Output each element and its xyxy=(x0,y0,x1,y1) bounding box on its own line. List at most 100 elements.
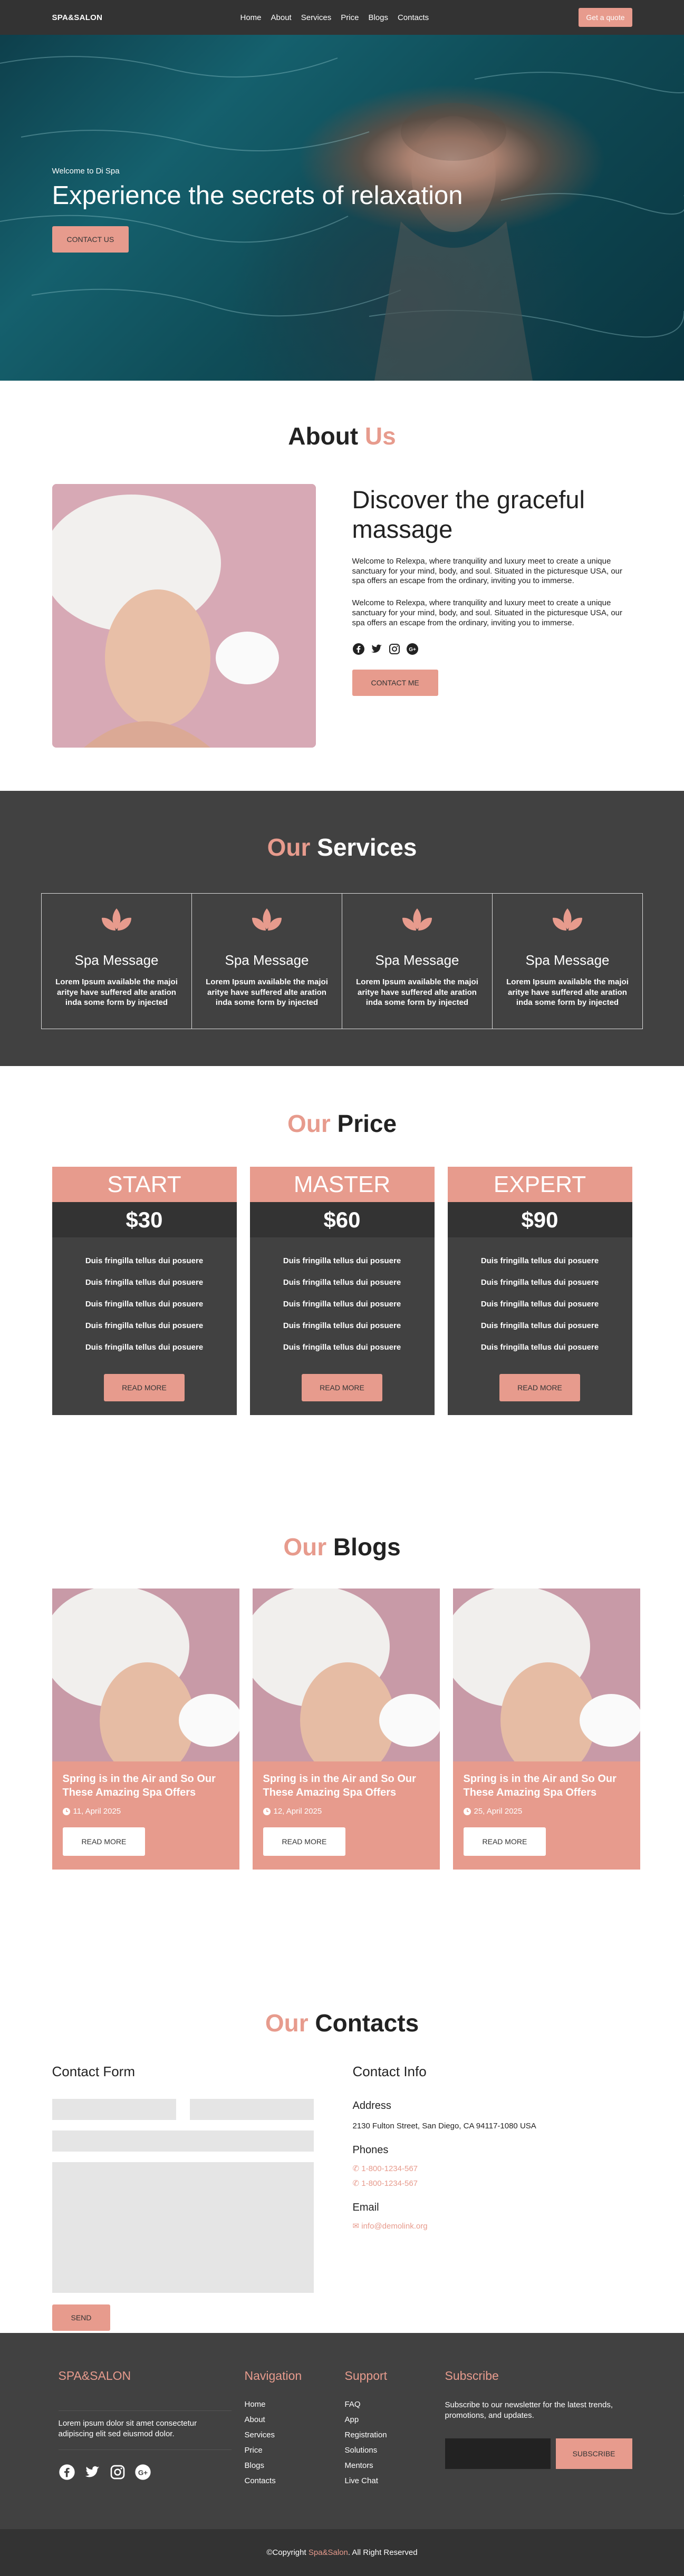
footer-support-faq[interactable]: FAQ xyxy=(345,2400,445,2415)
phone-number: 1-800-1234-567 xyxy=(361,2164,418,2173)
price-card-expert: EXPERT $90 Duis fringilla tellus dui pos… xyxy=(447,1167,632,1415)
plan-feature: Duis fringilla tellus dui posuere xyxy=(85,1278,204,1287)
instagram-icon[interactable] xyxy=(388,643,401,655)
footer-nav-list: Home About Services Price Blogs Contacts xyxy=(245,2400,345,2492)
blog-date-text: 11, April 2025 xyxy=(73,1807,121,1816)
twitter-icon[interactable] xyxy=(370,643,383,655)
subscribe-email-input[interactable] xyxy=(445,2438,551,2469)
blog-date: 11, April 2025 xyxy=(62,1807,229,1816)
footer-nav-home[interactable]: Home xyxy=(245,2400,345,2415)
blogs-title-a: Our xyxy=(283,1533,327,1561)
name-field[interactable] xyxy=(52,2099,176,2120)
lotus-icon xyxy=(553,908,582,931)
footer-nav-price[interactable]: Price xyxy=(245,2446,345,2461)
facebook-icon[interactable] xyxy=(59,2464,75,2481)
plan-feature: Duis fringilla tellus dui posuere xyxy=(480,1278,599,1287)
plan-feature: Duis fringilla tellus dui posuere xyxy=(85,1300,204,1309)
instagram-icon[interactable] xyxy=(109,2464,126,2481)
plan-name: START xyxy=(52,1167,237,1202)
read-more-button[interactable]: READ MORE xyxy=(463,1827,546,1856)
nav-blogs[interactable]: Blogs xyxy=(368,13,388,22)
footer-support-app[interactable]: App xyxy=(345,2415,445,2430)
price-title-b: Price xyxy=(337,1110,397,1137)
read-more-button[interactable]: READ MORE xyxy=(302,1374,382,1401)
plan-price: $90 xyxy=(447,1202,632,1237)
hero-eyebrow: Welcome to Di Spa xyxy=(52,167,120,176)
copyright-bar: ©Copyright Spa&Salon. All Right Reserved xyxy=(0,2529,684,2576)
get-quote-button[interactable]: Get a quote xyxy=(579,8,632,27)
read-more-button[interactable]: READ MORE xyxy=(263,1827,346,1856)
footer-nav-services[interactable]: Services xyxy=(245,2430,345,2446)
blog-title[interactable]: Spring is in the Air and So Our These Am… xyxy=(464,1772,630,1799)
footer: SPA&SALON Lorem ipsum dolor sit amet con… xyxy=(0,2333,684,2529)
contact-me-button[interactable]: CONTACT ME xyxy=(352,670,438,696)
phone-link[interactable]: ✆ 1-800-1234-567 xyxy=(353,2164,536,2173)
message-textarea[interactable] xyxy=(52,2162,314,2293)
copyright-brand-link[interactable]: Spa&Salon xyxy=(309,2548,348,2557)
email-field[interactable] xyxy=(189,2099,314,2120)
email-label: Email xyxy=(352,2202,379,2213)
contact-form-title: Contact Form xyxy=(52,2064,136,2079)
read-more-button[interactable]: READ MORE xyxy=(104,1374,185,1401)
lotus-icon xyxy=(102,908,131,931)
facebook-icon[interactable] xyxy=(352,643,365,655)
services-section: Our Services Spa Message Lorem Ipsum ava… xyxy=(0,791,684,1066)
address-text: 2130 Fulton Street, San Diego, CA 94117-… xyxy=(352,2122,536,2130)
about-woman-image xyxy=(52,484,316,748)
plan-features: Duis fringilla tellus dui posuere Duis f… xyxy=(448,1250,632,1358)
nav-home[interactable]: Home xyxy=(240,13,262,22)
nav-about[interactable]: About xyxy=(271,13,292,22)
footer-support-registration[interactable]: Registration xyxy=(345,2430,445,2446)
service-name: Spa Message xyxy=(525,952,610,968)
clock-icon xyxy=(463,1807,471,1815)
blog-image xyxy=(452,1589,640,1761)
send-button[interactable]: SEND xyxy=(52,2304,111,2331)
blog-image xyxy=(52,1589,239,1761)
blog-title[interactable]: Spring is in the Air and So Our These Am… xyxy=(63,1772,229,1799)
read-more-button[interactable]: READ MORE xyxy=(499,1374,580,1401)
google-plus-icon[interactable]: G+ xyxy=(134,2464,151,2481)
google-plus-icon[interactable]: G+ xyxy=(406,643,419,655)
services-title-b: Services xyxy=(317,834,417,861)
about-title-a: About xyxy=(288,422,359,450)
contact-form: Contact Form SEND xyxy=(52,2064,314,2331)
blog-title[interactable]: Spring is in the Air and So Our These Am… xyxy=(263,1772,429,1799)
brand-logo[interactable]: SPA&SALON xyxy=(52,13,103,22)
footer-support-mentors[interactable]: Mentors xyxy=(345,2461,445,2476)
service-desc: Lorem Ipsum available the majoi aritye h… xyxy=(206,977,328,1007)
plan-feature: Duis fringilla tellus dui posuere xyxy=(283,1256,401,1265)
phone-link[interactable]: ✆ 1-800-1234-567 xyxy=(353,2178,536,2188)
blog-card: Spring is in the Air and So Our These Am… xyxy=(252,1589,440,1870)
plan-feature: Duis fringilla tellus dui posuere xyxy=(283,1343,401,1352)
contact-info-title: Contact Info xyxy=(352,2064,427,2079)
footer-support-solutions[interactable]: Solutions xyxy=(345,2446,445,2461)
footer-brand[interactable]: SPA&SALON xyxy=(59,2369,232,2383)
email-link[interactable]: ✉ info@demolink.org xyxy=(353,2221,536,2231)
plan-feature: Duis fringilla tellus dui posuere xyxy=(283,1300,401,1309)
nav-price[interactable]: Price xyxy=(341,13,359,22)
nav-services[interactable]: Services xyxy=(301,13,332,22)
footer-nav-about[interactable]: About xyxy=(245,2415,345,2430)
service-card: Spa Message Lorem Ipsum available the ma… xyxy=(493,894,642,1029)
service-name: Spa Message xyxy=(375,952,459,968)
lotus-icon xyxy=(252,908,282,931)
subscribe-button[interactable]: SUBSCRIBE xyxy=(555,2438,632,2469)
contacts-section: Our Contacts Contact Form SEND Contact I… xyxy=(0,1957,684,2333)
footer-support-live-chat[interactable]: Live Chat xyxy=(345,2476,445,2492)
read-more-button[interactable]: READ MORE xyxy=(62,1827,146,1856)
twitter-icon[interactable] xyxy=(84,2464,101,2481)
service-name: Spa Message xyxy=(225,952,309,968)
blog-date-text: 25, April 2025 xyxy=(474,1807,523,1816)
plan-name: MASTER xyxy=(249,1167,435,1202)
footer-nav-blogs[interactable]: Blogs xyxy=(245,2461,345,2476)
subject-field[interactable] xyxy=(52,2130,314,2152)
footer-support-list: FAQ App Registration Solutions Mentors L… xyxy=(345,2400,445,2492)
footer-nav-contacts[interactable]: Contacts xyxy=(245,2476,345,2492)
plan-feature: Duis fringilla tellus dui posuere xyxy=(85,1343,204,1352)
services-title-a: Our xyxy=(267,834,311,861)
contact-us-button[interactable]: CONTACT US xyxy=(52,226,129,253)
nav-contacts[interactable]: Contacts xyxy=(398,13,429,22)
footer-support-title: Support xyxy=(344,2369,388,2383)
address-label: Address xyxy=(352,2100,391,2112)
contact-info: Contact Info Address 2130 Fulton Street,… xyxy=(353,2064,536,2331)
